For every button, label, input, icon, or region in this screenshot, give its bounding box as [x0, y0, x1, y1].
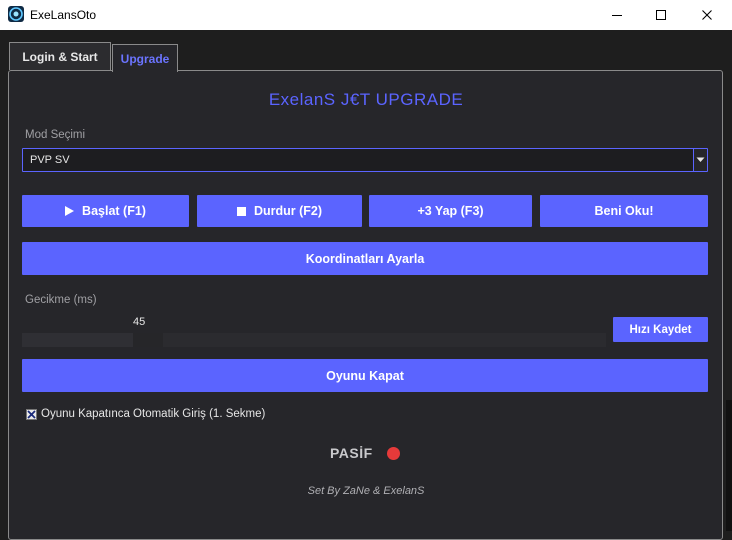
upgrade-panel — [8, 70, 723, 540]
auto-login-option[interactable]: Oyunu Kapatınca Otomatik Giriş (1. Sekme… — [26, 408, 265, 420]
set-coordinates-label: Koordinatları Ayarla — [305, 251, 425, 266]
start-button-label: Başlat (F1) — [82, 204, 146, 218]
close-button[interactable] — [684, 0, 730, 30]
save-speed-button[interactable]: Hızı Kaydet — [613, 317, 708, 342]
delay-slider-thumb[interactable] — [132, 333, 163, 347]
readme-button-label: Beni Oku! — [594, 204, 654, 218]
delay-slider-fill — [22, 333, 133, 347]
play-icon — [65, 206, 75, 216]
mode-label: Mod Seçimi — [25, 129, 86, 141]
auto-login-checkbox[interactable] — [26, 408, 37, 420]
close-icon — [702, 10, 712, 20]
readme-button[interactable]: Beni Oku! — [540, 195, 708, 227]
delay-label: Gecikme (ms) — [25, 294, 97, 306]
close-game-button[interactable]: Oyunu Kapat — [22, 359, 708, 392]
stop-button[interactable]: Durdur (F2) — [197, 195, 362, 227]
minimize-button[interactable] — [594, 0, 640, 30]
tab-login-start[interactable]: Login & Start — [9, 42, 111, 70]
mode-select-value: PVP SV — [30, 154, 70, 166]
page-title: ExelanS J€T UPGRADE — [268, 90, 464, 109]
maximize-button[interactable] — [638, 0, 684, 30]
start-button[interactable]: Başlat (F1) — [22, 195, 189, 227]
app-logo-icon — [8, 6, 24, 22]
delay-value: 45 — [133, 316, 146, 328]
footer-credit: Set By ZaNe & ExelanS — [307, 485, 425, 497]
dropdown-arrow-button[interactable] — [693, 149, 707, 171]
close-game-label: Oyunu Kapat — [326, 368, 404, 383]
stop-icon — [236, 206, 246, 216]
status-dot-icon — [386, 446, 400, 460]
chevron-down-icon — [696, 157, 705, 162]
tab-upgrade[interactable]: Upgrade — [112, 44, 178, 72]
minimize-icon — [612, 15, 622, 16]
plus3-button-label: +3 Yap (F3) — [417, 204, 484, 218]
checkbox-checked-icon — [27, 409, 36, 419]
delay-slider[interactable] — [22, 333, 606, 347]
window-edge — [726, 400, 732, 531]
set-coordinates-button[interactable]: Koordinatları Ayarla — [22, 242, 708, 275]
window-title: ExeLansOto — [30, 8, 97, 22]
stop-button-label: Durdur (F2) — [253, 204, 323, 218]
plus3-button[interactable]: +3 Yap (F3) — [369, 195, 532, 227]
auto-login-label: Oyunu Kapatınca Otomatik Giriş (1. Sekme… — [41, 408, 266, 420]
status-indicator: PASİF — [330, 445, 400, 461]
status-text: PASİF — [330, 445, 373, 461]
mode-select[interactable]: PVP SV — [22, 148, 708, 172]
maximize-icon — [656, 10, 666, 20]
save-speed-label: Hızı Kaydet — [629, 323, 692, 336]
title-bar: ExeLansOto — [0, 0, 732, 30]
